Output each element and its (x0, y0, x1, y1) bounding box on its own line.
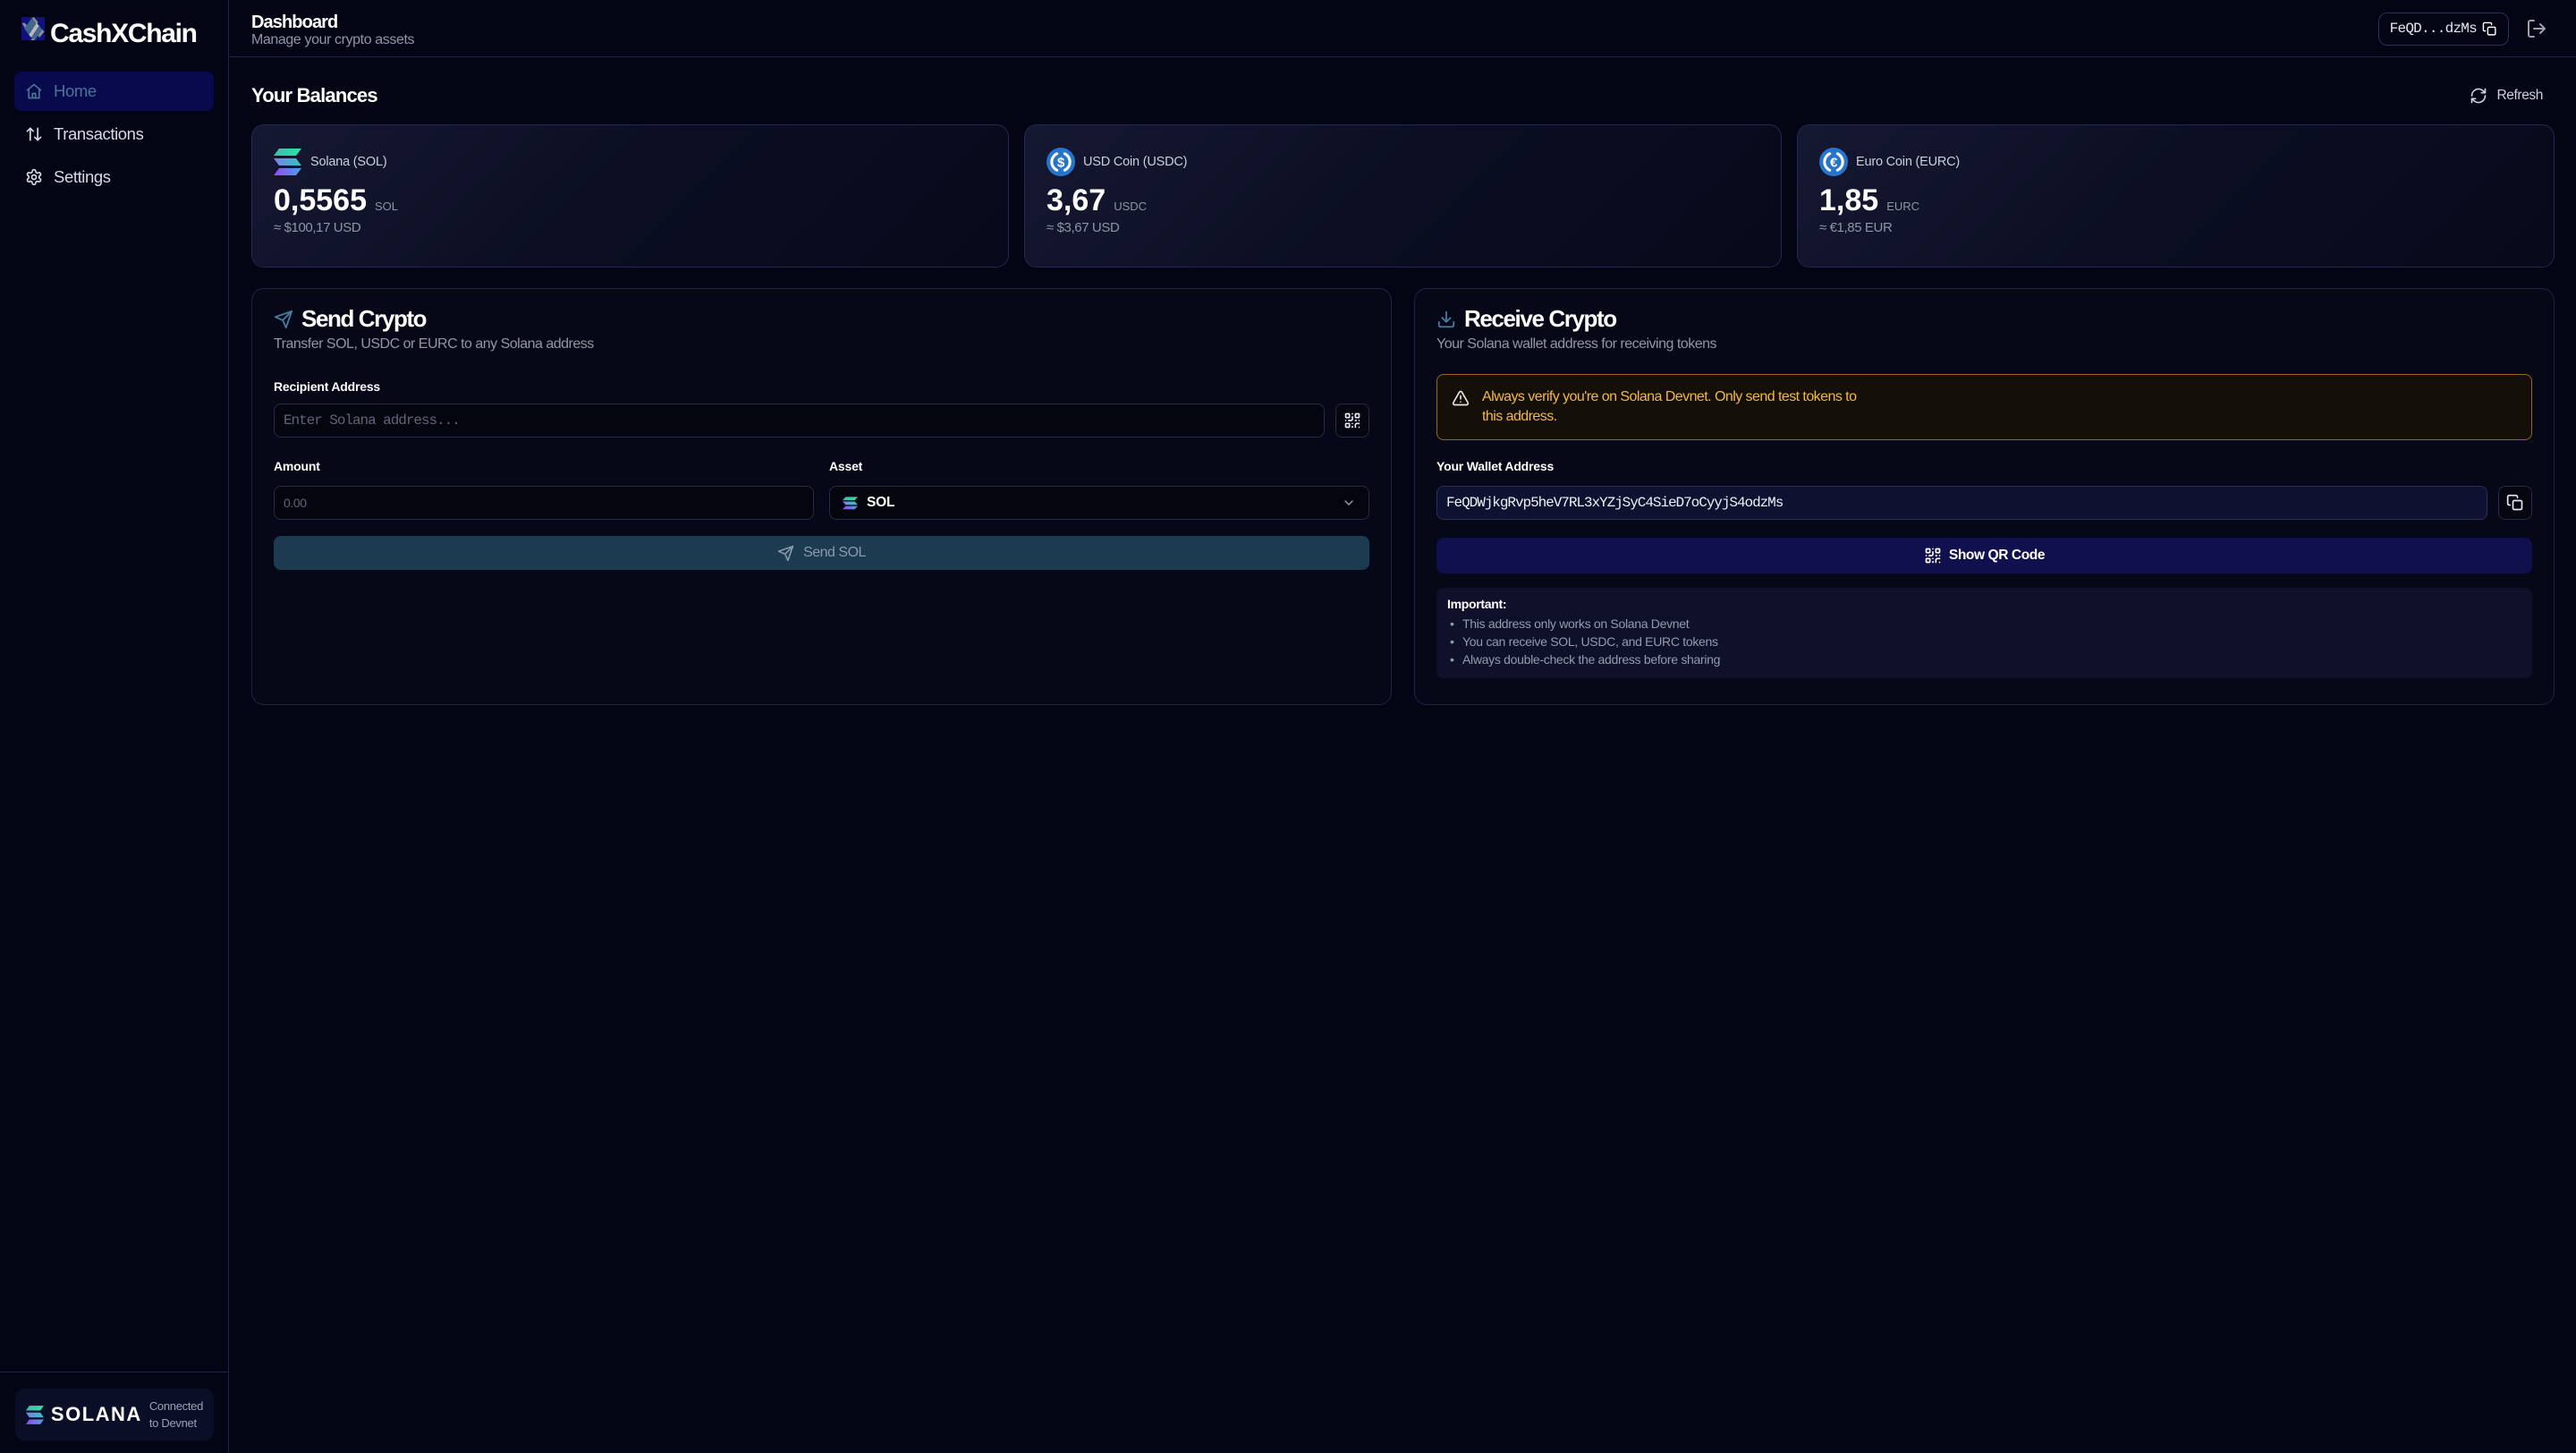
svg-text:€: € (1830, 155, 1838, 170)
svg-text:$: $ (1057, 155, 1065, 170)
